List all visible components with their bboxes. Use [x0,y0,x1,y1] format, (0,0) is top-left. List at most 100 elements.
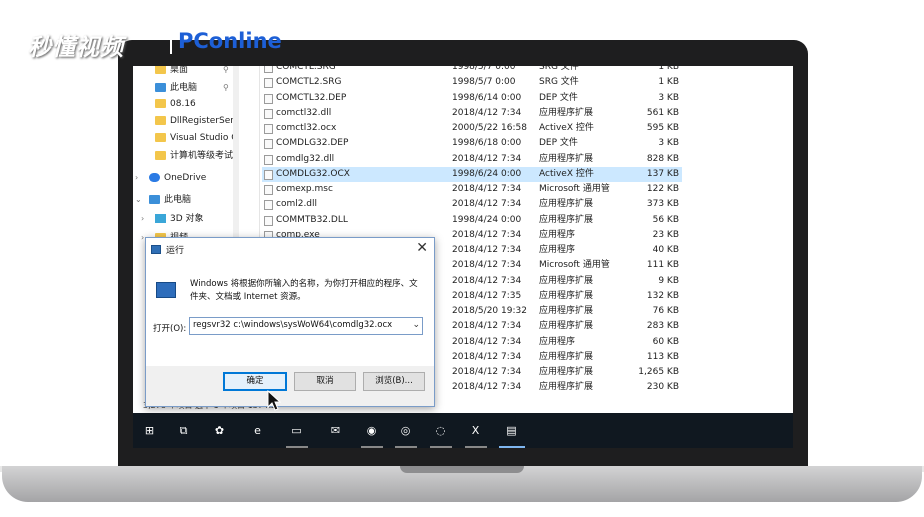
file-row[interactable]: COMDLG32.OCX 1998/6/24 0:00 ActiveX 控件 137 … [262,166,682,182]
taskbar-button[interactable]: X [459,413,493,448]
taskbar-button[interactable]: ◌ [424,413,458,448]
nav-item[interactable]: › 3D 对象 [133,209,233,229]
file-name: COMCTL.SRG [276,66,336,72]
taskbar-button[interactable]: ▤ [495,413,529,448]
nav-item[interactable]: 计算机等级考试 [133,146,233,166]
file-size: 122 KB [646,184,679,194]
dialog-description: Windows 将根据你所输入的名称，为你打开相应的程序、文件夹、文档或 Int… [190,279,418,302]
file-name: comctl32.dll [276,107,332,118]
nav-item[interactable]: ⌄ 此电脑 [133,190,233,210]
file-name: COMDLG32.OCX [276,168,350,179]
file-row[interactable]: COMCTL2.SRG 1998/5/7 0:00 SRG 文件 1 KB [262,75,682,90]
expander-icon[interactable]: › [135,168,138,188]
file-icon [264,124,273,134]
nav-item-label: 3D 对象 [170,214,204,224]
file-row[interactable]: COMMTB32.DLL 1998/4/24 0:00 应用程序扩展 56 KB [262,213,682,228]
file-date: 2000/5/22 16:58 [452,123,527,133]
file-size: 230 KB [646,382,679,393]
taskbar-button[interactable]: ⧉ [167,413,201,448]
file-type: 应用程序扩展 [539,153,594,164]
nav-item-label: OneDrive [164,173,207,183]
expander-icon[interactable]: ⌄ [135,190,142,210]
taskbar-button[interactable]: ◎ [389,413,423,448]
chevron-down-icon[interactable]: ⌄ [412,320,420,330]
file-name: COMMTB32.DLL [276,214,348,225]
taskbar-button[interactable]: ⊞ [133,413,167,448]
start-icon: ⊞ [144,424,155,437]
file-size: 23 KB [652,229,679,240]
nav-item[interactable]: Visual Studio C [133,128,238,148]
folder-icon [155,99,166,108]
file-type: SRG 文件 [539,77,579,88]
file-size: 9 KB [658,275,679,286]
browse-button[interactable]: 浏览(B)... [363,372,425,391]
file-row[interactable]: COMCTL.SRG 1998/5/7 0:00 SRG 文件 1 KB [262,66,682,75]
pc-icon [149,195,160,204]
file-date: 2018/4/12 7:34 [452,260,522,271]
file-size: 561 KB [646,107,679,118]
file-row[interactable]: comctl32.dll 2018/4/12 7:34 应用程序扩展 561 KB [262,106,682,121]
watermark-separator [170,32,172,54]
cube-icon [155,214,166,223]
expander-icon[interactable]: › [141,228,144,248]
file-row[interactable]: comdlg32.dll 2018/4/12 7:34 应用程序扩展 828 KB [262,152,682,167]
file-date: 1998/4/24 0:00 [452,214,522,225]
file-type: 应用程序扩展 [539,214,594,225]
app-icon-2: ◉ [366,424,377,437]
file-row[interactable]: comexp.msc 2018/4/12 7:34 Microsoft 通用管 122… [262,182,682,197]
expander-icon[interactable]: › [141,209,144,229]
run-icon [151,245,161,254]
file-date: 2018/4/12 7:34 [452,336,522,347]
file-type: 应用程序扩展 [539,107,594,118]
laptop-notch [400,466,524,473]
app-icon: ✿ [214,424,225,437]
open-input[interactable]: regsvr32 c:\windows\sysWoW64\comdlg32.oc… [189,317,423,335]
file-name: COMDLG32.DEP [276,138,349,149]
taskbar-button[interactable]: ✿ [203,413,237,448]
file-size: 3 KB [658,92,679,103]
file-size: 113 KB [646,351,679,362]
run-icon: ▤ [506,424,517,437]
file-type: 应用程序扩展 [539,199,594,210]
folder-icon [155,66,166,74]
open-input-value[interactable]: regsvr32 c:\windows\sysWoW64\comdlg32.oc… [193,320,392,330]
file-row[interactable]: COMDLG32.DEP 1998/6/18 0:00 DEP 文件 3 KB [262,136,682,151]
taskbar-button[interactable]: ▭ [280,413,314,448]
file-type: Microsoft 通用管 [539,260,610,271]
file-type: 应用程序扩展 [539,290,594,301]
nav-item-label: 计算机等级考试 [170,151,234,161]
taskbar-button[interactable]: ✉ [319,413,353,448]
folder-icon [155,133,166,142]
ok-button[interactable]: 确定 [223,372,287,391]
file-date: 2018/4/12 7:34 [452,107,522,118]
pc-icon [155,83,166,92]
file-date: 2018/4/12 7:34 [452,351,522,362]
file-row[interactable]: coml2.dll 2018/4/12 7:34 应用程序扩展 373 KB [262,197,682,212]
file-type: 应用程序扩展 [539,351,594,362]
dialog-titlebar[interactable]: 运行 ✕ [146,238,434,262]
file-row[interactable]: COMCTL32.DEP 1998/6/14 0:00 DEP 文件 3 KB [262,91,682,106]
file-size: 283 KB [646,321,679,332]
file-type: ActiveX 控件 [539,123,594,133]
file-type: DEP 文件 [539,92,578,103]
file-date: 2018/5/20 19:32 [452,306,527,316]
taskbar-button[interactable]: ◉ [355,413,389,448]
watermark-brand-pconline: PConline [178,29,282,53]
file-type: ActiveX 控件 [539,168,594,179]
file-icon [264,66,273,73]
file-size: 137 KB [646,168,679,179]
file-size: 1,265 KB [638,367,679,377]
mouse-cursor-icon [267,390,281,411]
close-icon[interactable]: ✕ [416,240,428,256]
run-dialog: 运行 ✕ Windows 将根据你所输入的名称，为你打开相应的程序、文件夹、文档… [145,237,435,407]
taskbar-button[interactable]: e [241,413,275,448]
file-row[interactable]: comctl32.ocx 2000/5/22 16:58 ActiveX 控件 595… [262,121,682,136]
wechat-icon: ◌ [435,424,446,437]
task-view-icon: ⧉ [179,424,188,437]
file-size: 132 KB [646,290,679,301]
file-date: 2018/4/12 7:34 [452,229,522,240]
cancel-button[interactable]: 取消 [294,372,356,391]
nav-item[interactable]: › OneDrive [133,168,233,188]
file-size: 3 KB [658,138,679,149]
file-type: SRG 文件 [539,66,579,72]
